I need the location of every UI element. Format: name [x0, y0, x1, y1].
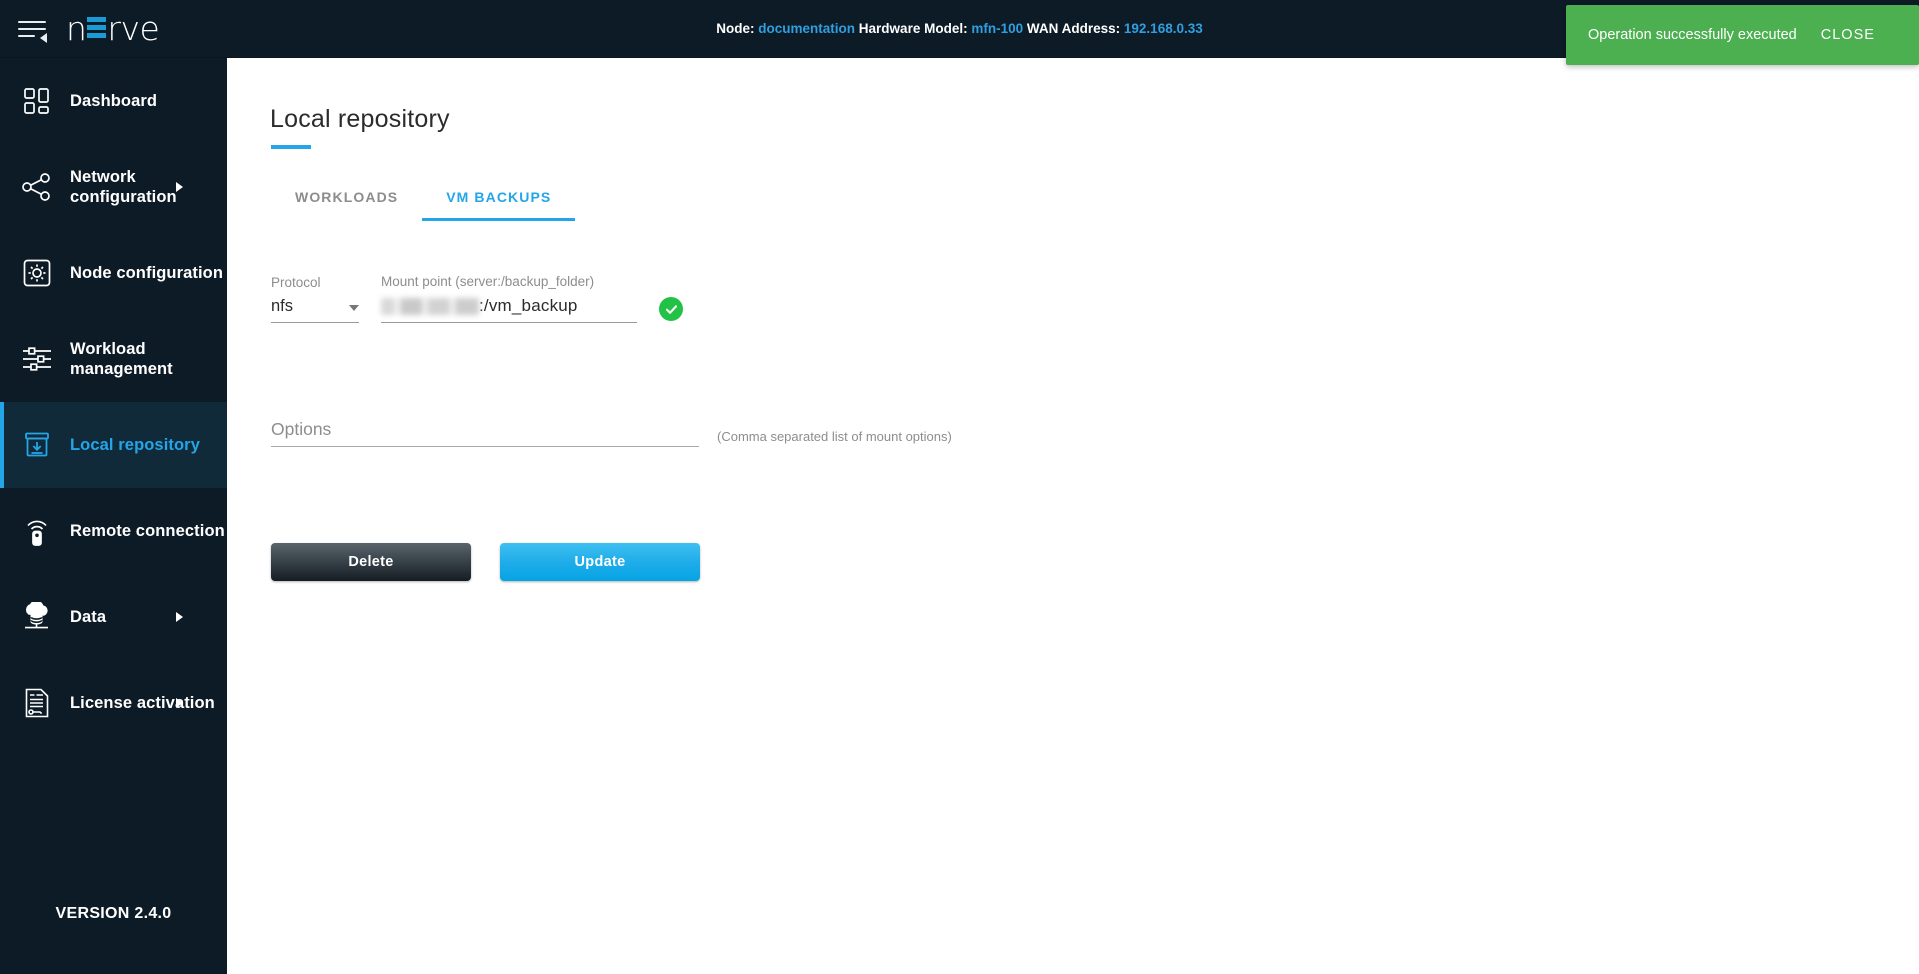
- tab-vm-backups[interactable]: VM BACKUPS: [422, 185, 575, 221]
- version-label: VERSION 2.4.0: [0, 854, 227, 974]
- toast-message: Operation successfully executed: [1588, 27, 1797, 43]
- protocol-select[interactable]: nfs: [271, 297, 359, 323]
- dashboard-icon: [14, 79, 60, 123]
- remote-control-icon: [14, 509, 60, 553]
- sidebar: Dashboard Network configuration: [0, 58, 227, 974]
- page-title: Local repository: [270, 105, 1919, 134]
- sidebar-item-license-activation[interactable]: License activation: [0, 660, 227, 746]
- collapse-caret-icon: [40, 33, 47, 43]
- protocol-value: nfs: [271, 297, 293, 316]
- redacted-server-address: [381, 298, 479, 315]
- wan-value: 192.168.0.33: [1124, 21, 1203, 36]
- sidebar-item-node-configuration[interactable]: Node configuration: [0, 230, 227, 316]
- sidebar-item-label: Local repository: [70, 435, 200, 455]
- gear-frame-icon: [14, 251, 60, 295]
- sidebar-item-label: Network configuration: [70, 167, 227, 207]
- check-circle-icon: [659, 297, 683, 321]
- form-actions: Delete Update: [271, 543, 1919, 581]
- options-row: Options (Comma separated list of mount o…: [271, 419, 1919, 447]
- sidebar-item-remote-connection[interactable]: Remote connection: [0, 488, 227, 574]
- menu-toggle-icon[interactable]: [18, 16, 48, 42]
- options-placeholder: Options: [271, 419, 331, 439]
- wan-label: WAN Address:: [1027, 21, 1120, 36]
- sidebar-item-local-repository[interactable]: Local repository: [0, 402, 227, 488]
- protocol-label: Protocol: [271, 275, 359, 290]
- network-share-icon: [14, 165, 60, 209]
- sidebar-item-label: Remote connection: [70, 521, 225, 541]
- tab-bar: WORKLOADS VM BACKUPS: [271, 185, 1919, 221]
- cloud-database-icon: [14, 595, 60, 639]
- sidebar-item-label: Workload management: [70, 339, 227, 379]
- options-input[interactable]: Options: [271, 419, 699, 447]
- sidebar-item-data[interactable]: Data: [0, 574, 227, 660]
- toast-notification: Operation successfully executed CLOSE: [1566, 5, 1919, 65]
- sidebar-item-label: License activation: [70, 693, 215, 713]
- options-hint: (Comma separated list of mount options): [717, 429, 952, 447]
- protocol-field: Protocol nfs: [271, 275, 359, 323]
- vm-backup-form: Protocol nfs Mount point (server:/backup…: [271, 274, 1919, 581]
- node-value: documentation: [758, 21, 855, 36]
- logo-text-before: n: [66, 9, 86, 48]
- title-underline: [271, 145, 311, 149]
- mount-point-label: Mount point (server:/backup_folder): [381, 274, 637, 289]
- hamburger-line: [18, 35, 35, 37]
- sidebar-item-network-configuration[interactable]: Network configuration: [0, 144, 227, 230]
- nerve-logo[interactable]: n rve: [66, 9, 159, 48]
- chevron-right-icon: [176, 612, 183, 622]
- hamburger-line: [18, 28, 46, 30]
- app-root: n rve Node: documentation Hardware Model…: [0, 0, 1919, 974]
- sidebar-item-workload-management[interactable]: Workload management: [0, 316, 227, 402]
- sliders-icon: [14, 337, 60, 381]
- hardware-label: Hardware Model:: [859, 21, 968, 36]
- sidebar-item-dashboard[interactable]: Dashboard: [0, 58, 227, 144]
- tab-workloads[interactable]: WORKLOADS: [271, 185, 422, 221]
- chevron-right-icon: [176, 182, 183, 192]
- sidebar-item-label: Data: [70, 607, 106, 627]
- toast-close-button[interactable]: CLOSE: [1821, 27, 1875, 43]
- sidebar-item-label: Node configuration: [70, 263, 223, 283]
- mount-point-field: Mount point (server:/backup_folder) :/vm…: [381, 274, 637, 323]
- sidebar-item-label: Dashboard: [70, 91, 157, 111]
- mount-config-row: Protocol nfs Mount point (server:/backup…: [271, 274, 1919, 323]
- chevron-right-icon: [176, 698, 183, 708]
- chevron-down-icon: [349, 305, 359, 311]
- mount-point-input[interactable]: :/vm_backup: [381, 296, 637, 323]
- delete-button[interactable]: Delete: [271, 543, 471, 581]
- license-document-icon: [14, 681, 60, 725]
- update-button[interactable]: Update: [500, 543, 700, 581]
- mount-point-value-suffix: :/vm_backup: [479, 296, 578, 316]
- repository-download-icon: [14, 423, 60, 467]
- logo-bars-icon: [87, 17, 106, 40]
- logo-text-after: rve: [107, 9, 159, 48]
- main-content: Local repository WORKLOADS VM BACKUPS Pr…: [227, 58, 1919, 974]
- hardware-value: mfn-100: [971, 21, 1023, 36]
- hamburger-line: [18, 21, 46, 23]
- node-label: Node:: [716, 21, 754, 36]
